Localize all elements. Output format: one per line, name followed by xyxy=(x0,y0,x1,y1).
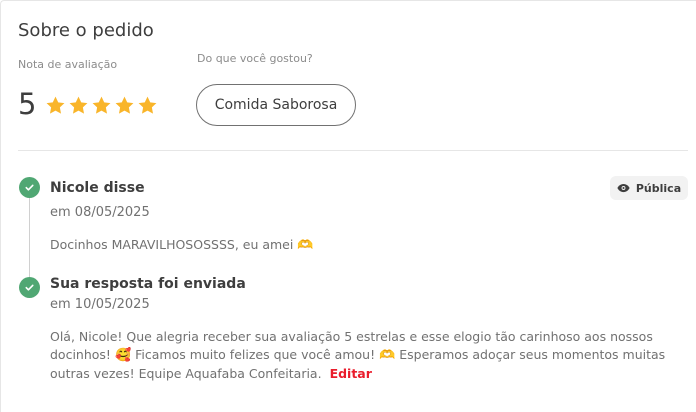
rating-label: Nota de avaliação xyxy=(18,58,118,71)
star-icon xyxy=(46,96,65,114)
eye-icon xyxy=(617,183,630,193)
heart-hands-icon: 🫶 xyxy=(297,238,314,253)
star-icon xyxy=(69,96,88,114)
star-icon xyxy=(138,96,157,114)
section-title: Sobre o pedido xyxy=(18,20,154,41)
star-icon xyxy=(115,96,134,114)
review-heading: Nicole disse xyxy=(50,180,145,196)
liked-tag-chip: Comida Saborosa xyxy=(196,84,356,126)
visibility-badge: Pública xyxy=(610,176,688,200)
review-text: Docinhos MARAVILHOSOSSSS, eu amei 🫶 xyxy=(50,236,314,255)
review-date: em 08/05/2025 xyxy=(50,205,150,220)
order-review-card: Sobre o pedido Nota de avaliação Do que … xyxy=(0,0,696,412)
section-divider xyxy=(18,150,688,151)
reply-date: em 10/05/2025 xyxy=(50,297,150,312)
edit-reply-link[interactable]: Editar xyxy=(330,366,372,381)
reply-text-part2: Ficamos muito felizes que você amou! xyxy=(135,347,376,362)
star-icon xyxy=(92,96,111,114)
reply-heading: Sua resposta foi enviada xyxy=(50,276,246,292)
liked-label: Do que você gostou? xyxy=(197,52,313,65)
rating-stars xyxy=(45,95,158,116)
review-text-content: Docinhos MARAVILHOSOSSSS, eu amei xyxy=(50,237,294,252)
heart-hands-icon: 🫶 xyxy=(379,348,396,363)
smiling-hearts-icon: 🥰 xyxy=(114,348,132,363)
check-circle-icon xyxy=(19,177,40,198)
visibility-label: Pública xyxy=(635,181,682,195)
reply-text: Olá, Nicole! Que alegria receber sua ava… xyxy=(50,328,686,383)
timeline-connector xyxy=(29,196,30,281)
check-circle-icon xyxy=(19,277,40,298)
rating-value: 5 xyxy=(18,87,37,121)
